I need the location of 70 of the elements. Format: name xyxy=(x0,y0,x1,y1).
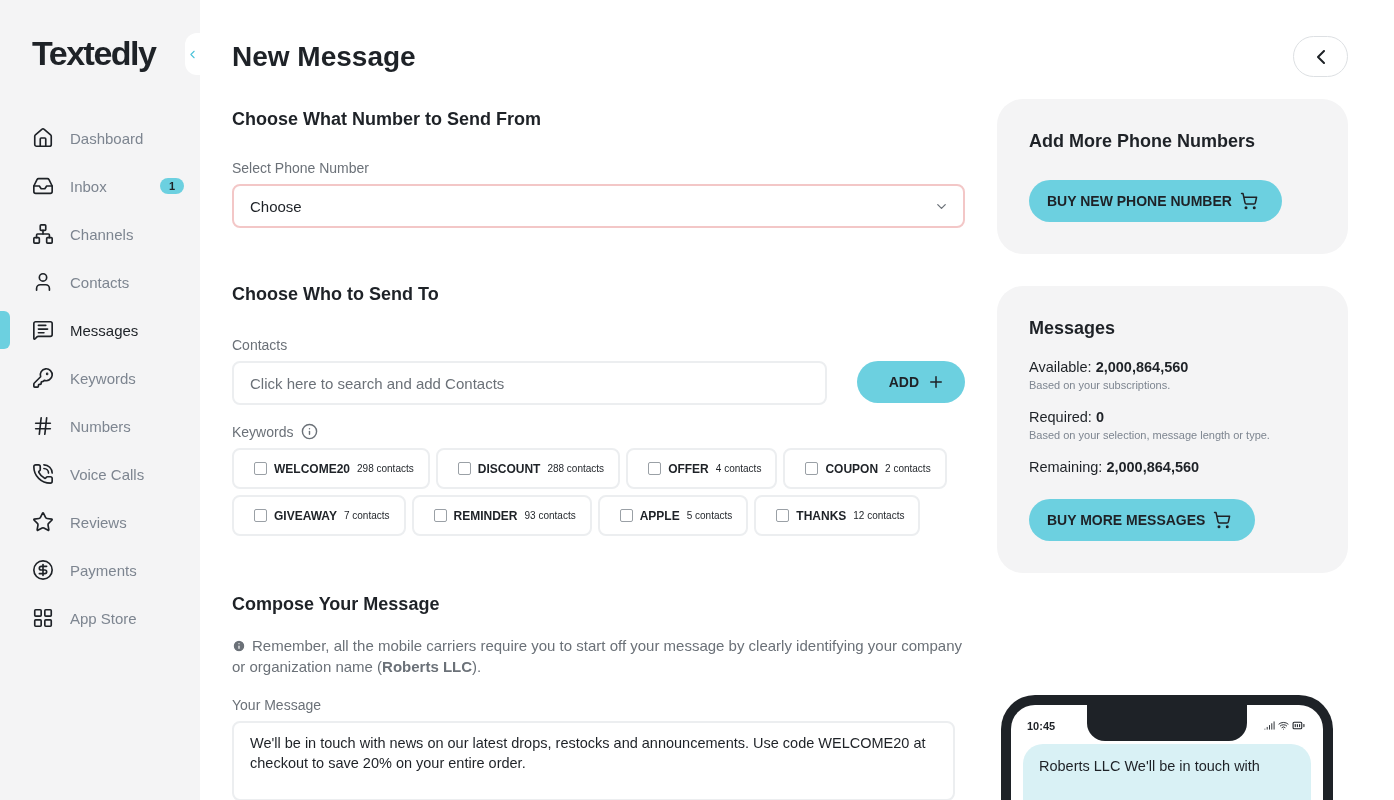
nav-icon xyxy=(32,511,54,533)
keyword-option[interactable]: DISCOUNT 288 contacts xyxy=(435,448,621,489)
info-icon[interactable] xyxy=(301,423,319,440)
status-time: 10:45 xyxy=(1027,719,1056,732)
keyword-option[interactable]: GIVEAWAY 7 contacts xyxy=(232,495,406,536)
field-label: Keywords xyxy=(232,423,294,440)
sidebar-item[interactable]: Inbox 1 xyxy=(32,162,200,210)
checkbox[interactable] xyxy=(457,462,471,475)
sidebar-item[interactable]: Voice Calls xyxy=(32,450,200,498)
nav-icon xyxy=(32,127,54,149)
field-label: Your Message xyxy=(232,697,322,713)
buy-phone-number-button[interactable]: BUY NEW PHONE NUMBER xyxy=(1029,180,1282,222)
keyword-option[interactable]: APPLE 5 contacts xyxy=(597,495,749,536)
nav-icon xyxy=(32,415,54,437)
section-heading: Choose What Number to Send From xyxy=(232,109,542,130)
sidebar-item[interactable]: Keywords xyxy=(32,354,200,402)
add-button[interactable]: ADD xyxy=(856,361,965,403)
stat-hint: Based on your subscriptions. xyxy=(1029,379,1172,391)
stat-line: Required: 0 xyxy=(1029,409,1105,425)
cart-icon xyxy=(1213,511,1232,529)
checkbox[interactable] xyxy=(254,462,267,475)
stat-line: Remaining: 2,000,864,560 xyxy=(1029,459,1201,475)
checkbox[interactable] xyxy=(254,509,267,522)
carrier-note: Remember, all the mobile carriers require you to start off your message by clearly identifying your company or organization name (Roberts LLC). xyxy=(232,636,964,677)
nav-icon xyxy=(32,175,54,197)
page-title: New Message xyxy=(232,40,416,73)
nav-icon xyxy=(32,463,54,485)
chevron-left-icon xyxy=(1316,49,1325,64)
cart-icon xyxy=(1239,192,1258,210)
section-heading: Compose Your Message xyxy=(232,594,441,615)
nav-icon xyxy=(32,607,54,629)
logo: Textedly xyxy=(32,34,156,74)
field-label: Select Phone Number xyxy=(232,160,370,176)
nav-icon xyxy=(32,319,54,341)
checkbox[interactable] xyxy=(433,509,447,522)
message-input[interactable]: We'll be in touch with news on our latest drops, restocks and announcements. Use code WELCOME20 at checkout to save 20% on your entire order. xyxy=(232,721,955,800)
sidebar-item[interactable]: Channels xyxy=(32,210,200,258)
card-heading: Messages xyxy=(1029,318,1117,339)
checkbox[interactable] xyxy=(648,462,662,475)
section-heading: Choose Who to Send To xyxy=(232,284,440,305)
sidebar-item[interactable]: Contacts xyxy=(32,258,200,306)
count-badge: 1 xyxy=(159,178,184,194)
stat-line: Available: 2,000,864,560 xyxy=(1029,359,1190,375)
buy-messages-button[interactable]: BUY MORE MESSAGES xyxy=(1029,499,1256,541)
field-label: Contacts xyxy=(232,337,289,353)
checkbox[interactable] xyxy=(805,462,819,475)
nav-icon xyxy=(32,559,54,581)
contacts-search-field[interactable]: Click here to search and add Contacts xyxy=(232,361,827,405)
keyword-option[interactable]: REMINDER 93 contacts xyxy=(411,495,592,536)
phone-number-select[interactable]: Choose xyxy=(232,184,965,228)
stat-hint: Based on your selection, message length or type. xyxy=(1029,429,1271,441)
sidebar-item[interactable]: Messages xyxy=(32,306,200,354)
sidebar-item[interactable]: App Store xyxy=(32,594,200,642)
back-button[interactable] xyxy=(1293,36,1348,77)
status-icons xyxy=(1264,719,1305,732)
checkbox[interactable] xyxy=(619,509,633,522)
nav-icon xyxy=(32,223,54,245)
nav-icon xyxy=(32,367,54,389)
collapse-button[interactable] xyxy=(185,33,200,75)
keyword-option[interactable]: OFFER 4 contacts xyxy=(626,448,778,489)
keyword-option[interactable]: COUPON 2 contacts xyxy=(783,448,947,489)
keyword-option[interactable]: THANKS 12 contacts xyxy=(754,495,921,536)
card-heading: Add More Phone Numbers xyxy=(1029,131,1257,152)
info-icon xyxy=(232,639,246,653)
sidebar-item[interactable]: Dashboard xyxy=(32,114,200,162)
keyword-option[interactable]: WELCOME20 298 contacts xyxy=(232,448,430,489)
checkbox[interactable] xyxy=(776,509,790,522)
active-indicator xyxy=(0,311,10,349)
message-bubble: Roberts LLC We'll be in touch with xyxy=(1023,744,1311,800)
plus-icon xyxy=(927,373,945,391)
